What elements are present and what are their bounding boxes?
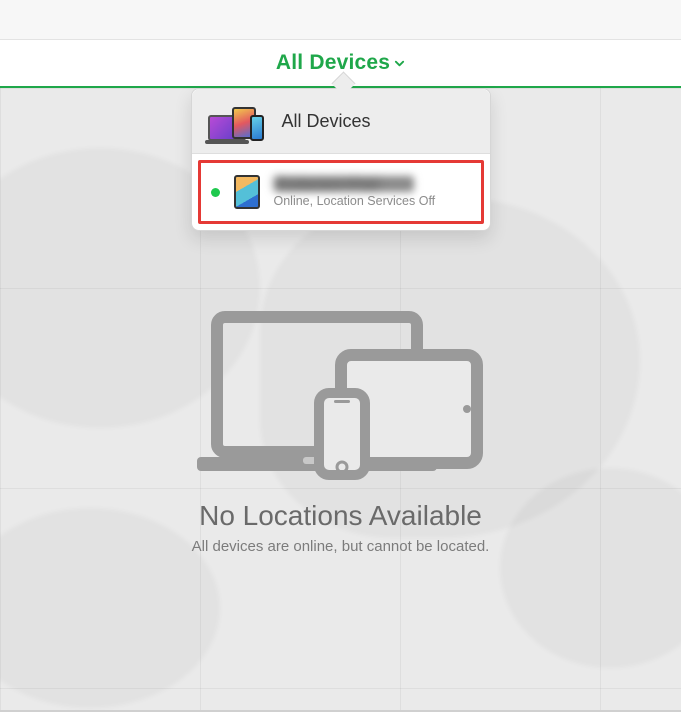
dropdown-all-devices-label: All Devices [282,111,371,132]
devices-dropdown-trigger[interactable]: All Devices [276,51,405,75]
all-devices-icon [208,101,266,141]
devices-dropdown-label: All Devices [276,51,390,75]
no-locations-illustration-icon [191,307,491,482]
chevron-down-icon [394,58,405,69]
window-top-gap [0,0,681,40]
dropdown-all-devices-row[interactable]: All Devices [192,89,490,154]
device-status: Online, Location Services Off [274,194,436,208]
empty-state: No Locations Available All devices are o… [121,307,561,555]
empty-state-title: No Locations Available [121,500,561,532]
map-background[interactable]: All Devices Redacted iPad Online, Locati… [0,88,681,712]
device-text-group: Redacted iPad Online, Location Services … [274,176,436,208]
device-row[interactable]: Redacted iPad Online, Location Services … [198,160,484,224]
devices-dropdown-panel: All Devices Redacted iPad Online, Locati… [191,88,491,231]
device-thumbnail-icon [234,175,260,209]
device-name: Redacted iPad [274,176,414,192]
online-status-dot-icon [211,188,220,197]
empty-state-subtitle: All devices are online, but cannot be lo… [121,538,561,555]
